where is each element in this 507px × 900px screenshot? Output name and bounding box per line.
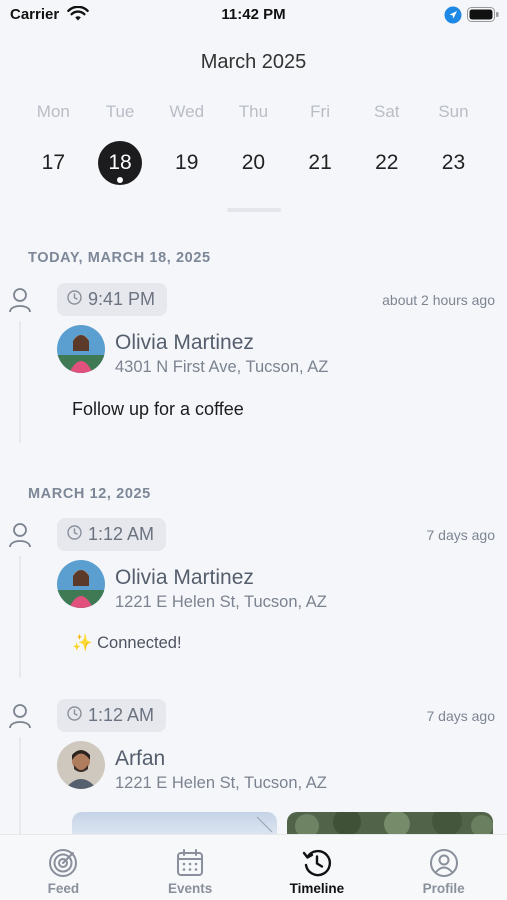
weekday-header-row: Mon Tue Wed Thu Fri Sat Sun (20, 101, 487, 123)
history-clock-icon (301, 847, 333, 879)
tab-label: Feed (47, 881, 80, 896)
weekday-label: Tue (105, 102, 135, 121)
contact-name[interactable]: Arfan (115, 747, 165, 771)
calendar-icon (174, 847, 206, 879)
relative-time: 7 days ago (426, 708, 496, 724)
entry-time: 1:12 AM (88, 524, 155, 544)
date-number: 22 (375, 151, 399, 174)
contact-address: 4301 N First Ave, Tucson, AZ (115, 358, 329, 376)
time-pill: 9:41 PM (57, 283, 168, 316)
contact-address: 1221 E Helen St, Tucson, AZ (115, 593, 327, 611)
date-cell[interactable]: 19 (153, 141, 220, 185)
tab-feed[interactable]: Feed (0, 835, 127, 900)
event-dot-indicator (117, 177, 124, 183)
weekday-label: Mon (36, 102, 70, 121)
section-header: TODAY, MARCH 18, 2025 (28, 250, 211, 266)
date-number: 19 (175, 151, 199, 174)
date-cell[interactable]: 21 (287, 141, 354, 185)
date-number: 23 (441, 151, 466, 174)
tab-label: Events (167, 881, 213, 896)
clock-icon (67, 289, 82, 310)
weekday-label: Thu (238, 102, 269, 121)
clock-icon (67, 524, 82, 545)
tab-label: Profile (422, 881, 465, 896)
date-number: 18 (108, 151, 132, 174)
entry-time: 9:41 PM (88, 289, 156, 309)
weekday-label: Fri (310, 102, 330, 121)
weekday-label: Wed (169, 102, 205, 121)
contact-name[interactable]: Olivia Martinez (115, 331, 254, 355)
time-pill: 1:12 AM (57, 518, 167, 551)
tab-timeline[interactable]: Timeline (254, 835, 381, 900)
time-pill: 1:12 AM (57, 699, 167, 732)
tab-events[interactable]: Events (127, 835, 254, 900)
date-cell-selected[interactable]: 18 (87, 141, 154, 185)
timeline-connector (19, 321, 21, 443)
avatar[interactable] (57, 560, 105, 608)
tab-profile[interactable]: Profile (380, 835, 507, 900)
entry-time: 1:12 AM (88, 705, 155, 725)
month-title: March 2025 (200, 51, 307, 73)
person-icon (8, 287, 32, 318)
tab-label: Timeline (289, 881, 345, 896)
date-number: 17 (41, 151, 66, 174)
weekday-label: Sat (374, 102, 400, 121)
person-icon (8, 522, 32, 553)
battery-icon (467, 7, 499, 27)
date-row: 17 18 19 20 21 22 23 (20, 141, 487, 185)
date-cell[interactable]: 22 (353, 141, 420, 185)
profile-icon (428, 847, 460, 879)
contact-name[interactable]: Olivia Martinez (115, 566, 254, 590)
entry-note: Follow up for a coffee (72, 399, 244, 419)
date-cell[interactable]: 17 (20, 141, 87, 185)
date-number: 21 (308, 151, 332, 174)
date-cell[interactable]: 23 (420, 141, 487, 185)
status-bar: Carrier 11:42 PM (0, 0, 507, 32)
avatar[interactable] (57, 741, 105, 789)
clock-icon (67, 705, 82, 726)
calendar-drag-handle[interactable] (227, 208, 281, 212)
location-arrow-icon (444, 6, 462, 29)
avatar[interactable] (57, 325, 105, 373)
tab-bar: Feed Events Timeline Profile (0, 834, 507, 900)
relative-time: 7 days ago (426, 527, 496, 543)
clock-time: 11:42 PM (221, 6, 286, 23)
relative-time: about 2 hours ago (382, 292, 495, 308)
feed-radar-icon (47, 847, 79, 879)
timeline-connector (19, 737, 21, 837)
timeline-connector (19, 556, 21, 678)
date-number: 20 (241, 151, 266, 174)
entry-note: ✨ Connected! (72, 634, 182, 652)
person-icon (8, 703, 32, 734)
date-cell[interactable]: 20 (220, 141, 287, 185)
section-header: MARCH 12, 2025 (28, 486, 151, 502)
contact-address: 1221 E Helen St, Tucson, AZ (115, 774, 327, 792)
weekday-label: Sun (438, 102, 469, 121)
